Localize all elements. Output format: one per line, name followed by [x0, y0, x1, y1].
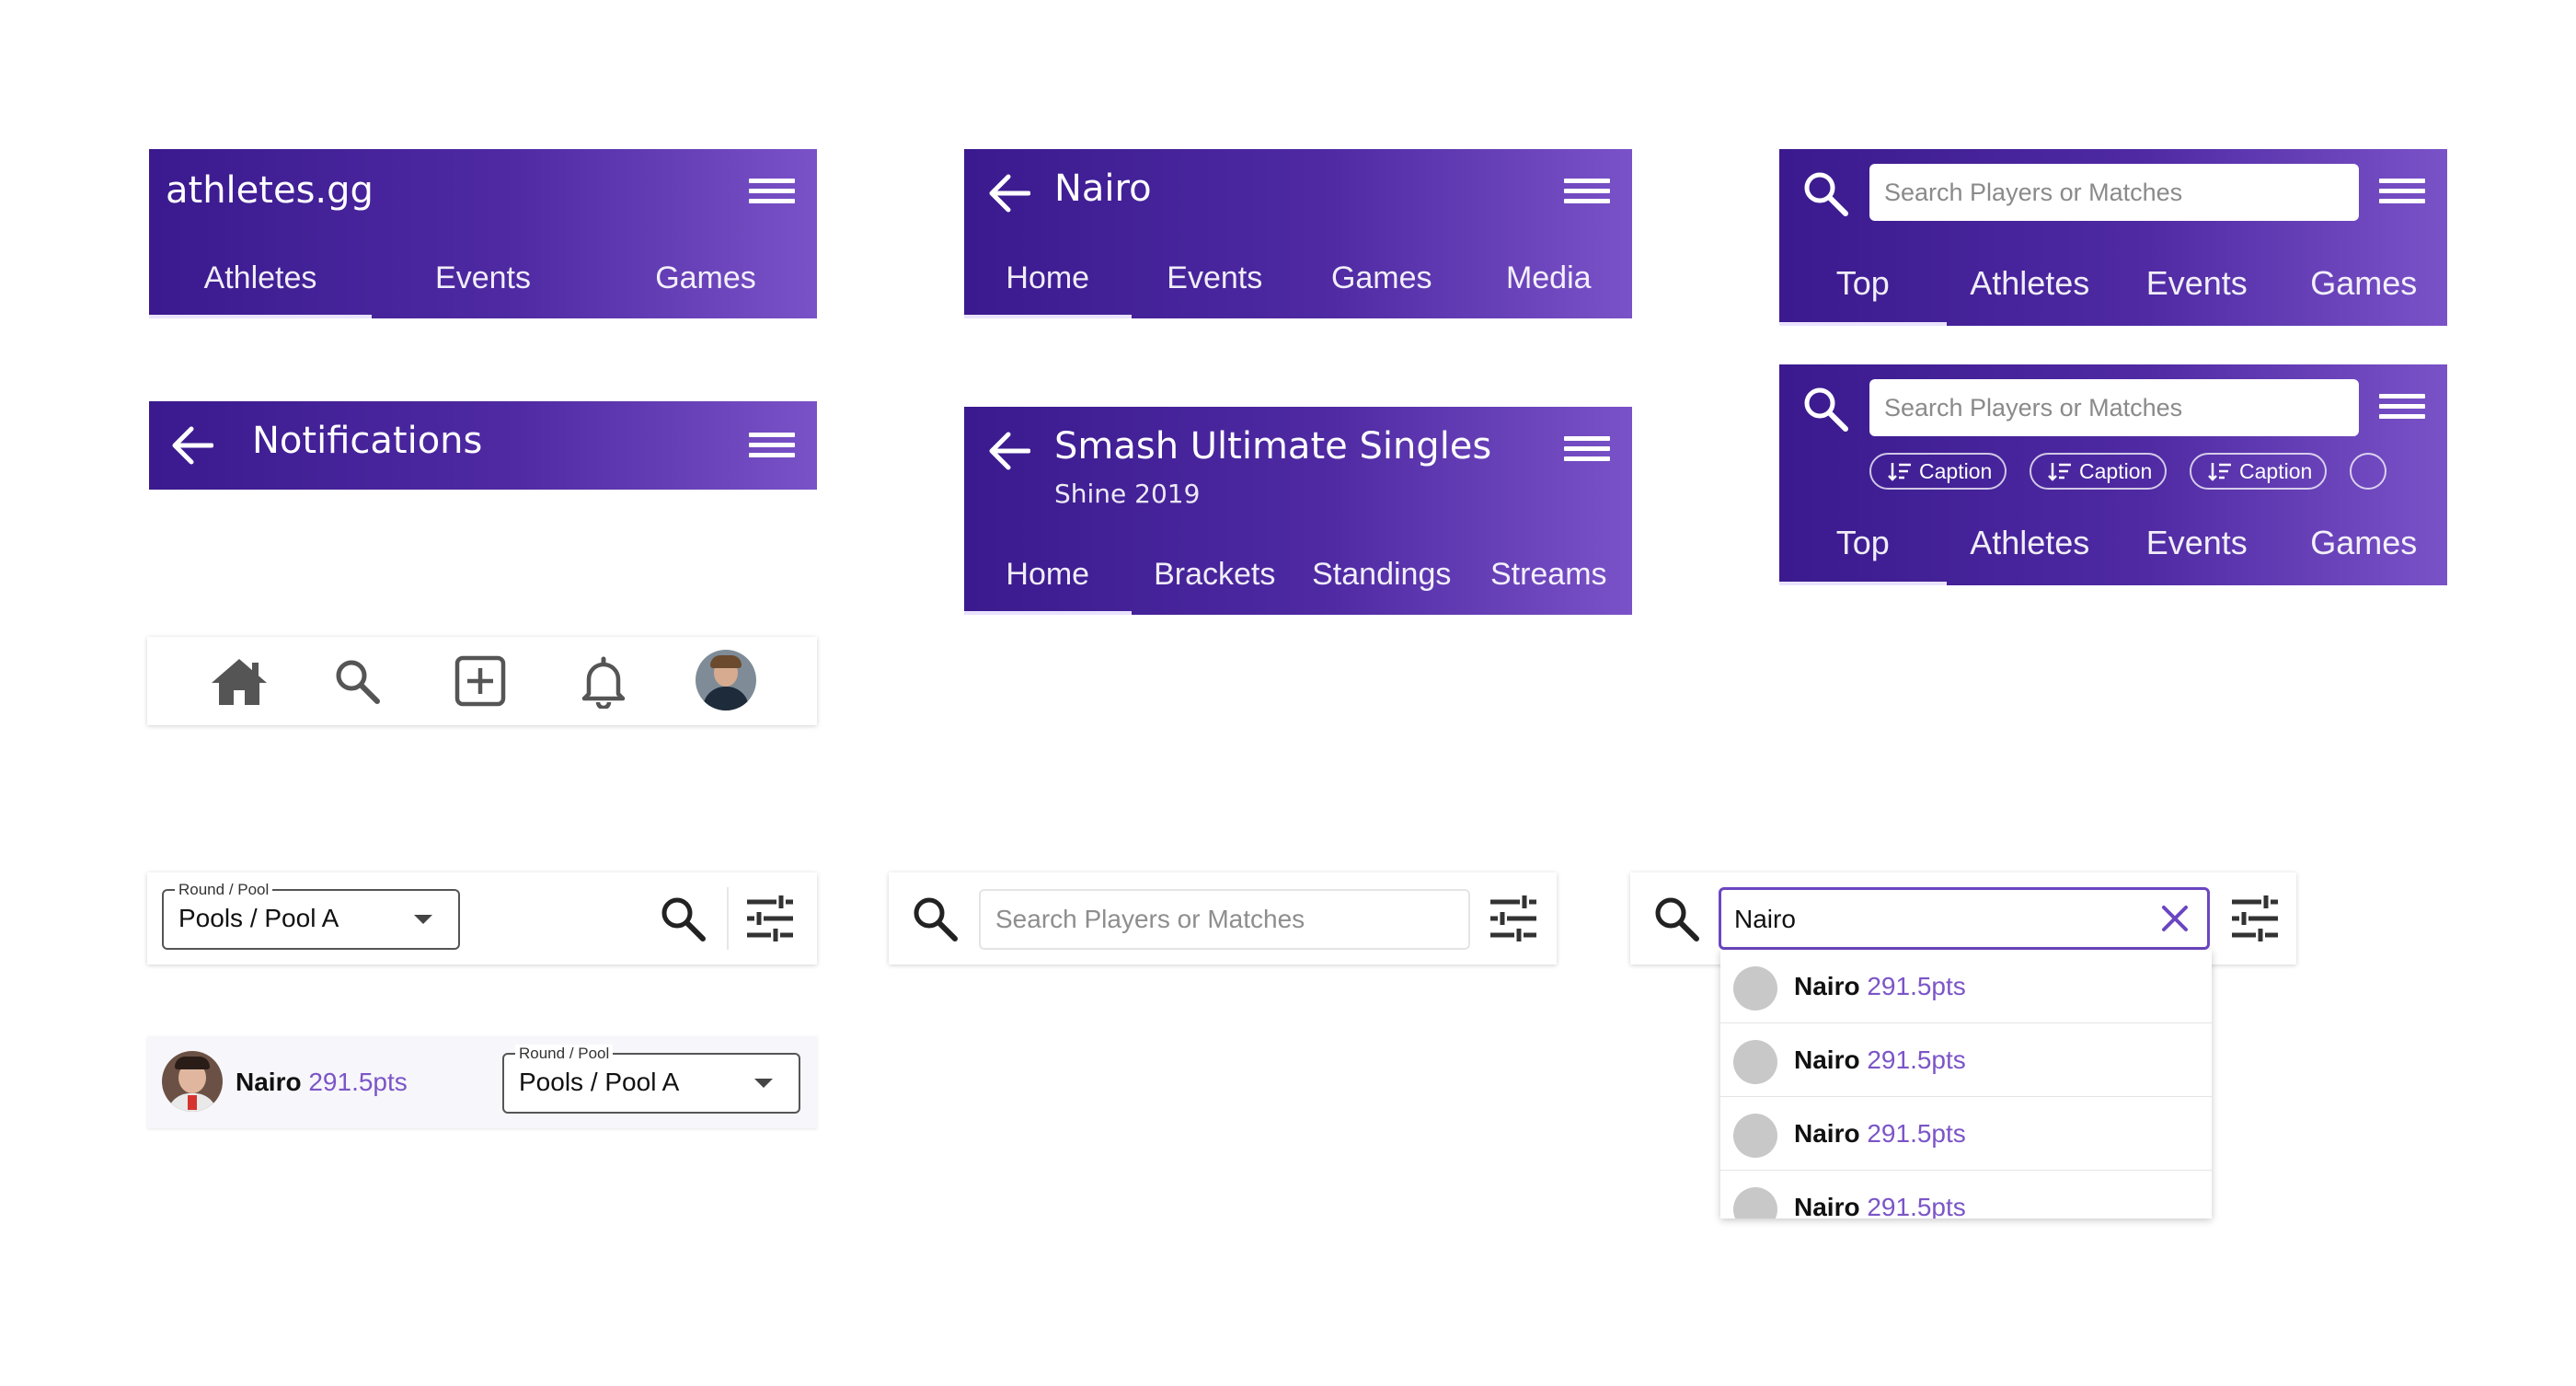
tab-games[interactable]: Games	[2281, 245, 2448, 326]
tab-events[interactable]: Events	[372, 241, 594, 318]
result-points: 291.5pts	[1867, 1045, 1966, 1074]
arrow-left-icon[interactable]	[986, 431, 1030, 471]
search-icon[interactable]	[333, 657, 381, 705]
filter-chip[interactable]: Caption	[1869, 453, 2007, 490]
page-title: Smash Ultimate Singles	[1054, 425, 1492, 468]
home-icon[interactable]	[210, 655, 269, 707]
arrow-left-icon[interactable]	[986, 173, 1030, 214]
tab-athletes[interactable]: Athletes	[149, 241, 372, 318]
result-name: Nairo	[1794, 1119, 1860, 1148]
app-bar-search: Top Athletes Events Games	[1779, 149, 2447, 326]
tune-icon[interactable]	[745, 895, 795, 942]
tab-athletes[interactable]: Athletes	[1947, 504, 2114, 585]
player-avatar	[162, 1051, 223, 1112]
player-label: Nairo 291.5pts	[236, 1068, 408, 1097]
app-logo-title: athletes.gg	[166, 169, 374, 212]
search-value: Nairo	[1734, 905, 1796, 933]
chevron-down-icon	[754, 1079, 773, 1088]
sort-icon	[2048, 463, 2071, 481]
avatar	[1733, 1187, 1777, 1219]
arrow-left-icon[interactable]	[169, 425, 213, 466]
avatar	[1733, 966, 1777, 1011]
search-input[interactable]	[1869, 164, 2359, 221]
tune-icon[interactable]	[1489, 895, 1538, 942]
chevron-down-icon	[414, 915, 432, 924]
tab-streams[interactable]: Streams	[1466, 537, 1633, 615]
tab-home[interactable]: Home	[964, 537, 1132, 615]
result-name: Nairo	[1794, 1193, 1860, 1219]
app-bar-profile: Nairo Home Events Games Media	[964, 149, 1632, 318]
result-name: Nairo	[1794, 1045, 1860, 1074]
result-points: 291.5pts	[1867, 972, 1966, 1000]
hamburger-icon[interactable]	[749, 179, 795, 204]
result-points: 291.5pts	[1867, 1193, 1966, 1219]
hamburger-icon[interactable]	[1564, 436, 1610, 462]
select-label: Round / Pool	[515, 1045, 614, 1063]
app-bar-notifications: Notifications	[149, 401, 817, 490]
result-points: 291.5pts	[1867, 1119, 1966, 1148]
search-icon[interactable]	[911, 895, 959, 942]
tab-top[interactable]: Top	[1779, 245, 1947, 326]
tab-games[interactable]: Games	[2281, 504, 2448, 585]
profile-avatar[interactable]	[696, 650, 756, 710]
app-bar-event: Smash Ultimate Singles Shine 2019 Home B…	[964, 407, 1632, 615]
search-icon[interactable]	[1801, 169, 1849, 217]
select-value: Pools / Pool A	[519, 1068, 680, 1096]
select-value: Pools / Pool A	[178, 904, 339, 932]
hamburger-icon[interactable]	[1564, 179, 1610, 204]
list-item[interactable]: Nairo 291.5pts	[1720, 1171, 2212, 1219]
tab-home[interactable]: Home	[964, 241, 1132, 318]
tab-games[interactable]: Games	[594, 241, 817, 318]
sort-icon	[1888, 463, 1911, 481]
page-title: Notifications	[252, 420, 483, 462]
search-input-focused[interactable]: Nairo	[1719, 887, 2210, 950]
page-subtitle: Shine 2019	[1054, 479, 1201, 509]
tab-events[interactable]: Events	[2113, 245, 2281, 326]
avatar	[1733, 1040, 1777, 1084]
divider	[727, 887, 729, 950]
search-results-dropdown: Nairo 291.5pts Nairo 291.5pts Nairo 291.…	[1720, 950, 2212, 1219]
app-bar-home: athletes.gg Athletes Events Games	[149, 149, 817, 318]
round-pool-select[interactable]: Round / Pool Pools / Pool A	[502, 1045, 800, 1114]
player-row: Nairo 291.5pts Round / Pool Pools / Pool…	[147, 1036, 817, 1128]
tab-brackets[interactable]: Brackets	[1132, 537, 1299, 615]
select-label: Round / Pool	[175, 881, 273, 899]
avatar	[1733, 1114, 1777, 1158]
player-points: 291.5pts	[308, 1068, 408, 1096]
search-bar-empty	[889, 872, 1557, 964]
hamburger-icon[interactable]	[2379, 179, 2425, 204]
result-name: Nairo	[1794, 972, 1860, 1000]
tune-icon[interactable]	[2230, 895, 2280, 942]
search-input[interactable]	[1869, 379, 2359, 436]
add-box-icon[interactable]	[454, 655, 506, 707]
bottom-navigation	[147, 637, 817, 725]
tab-events[interactable]: Events	[1132, 241, 1299, 318]
filter-chip[interactable]: Caption	[2030, 453, 2168, 490]
app-bar-search-chips: Caption Caption Caption Top Athletes Eve…	[1779, 364, 2447, 585]
hamburger-icon[interactable]	[749, 433, 795, 458]
tab-games[interactable]: Games	[1298, 241, 1466, 318]
list-item[interactable]: Nairo 291.5pts	[1720, 1097, 2212, 1171]
search-icon[interactable]	[659, 895, 707, 942]
filter-chip[interactable]: Caption	[2190, 453, 2328, 490]
player-name: Nairo	[236, 1068, 302, 1096]
hamburger-icon[interactable]	[2379, 394, 2425, 420]
round-pool-select[interactable]: Round / Pool Pools / Pool A	[162, 881, 460, 950]
tab-media[interactable]: Media	[1466, 241, 1633, 318]
close-icon[interactable]	[2161, 905, 2189, 932]
list-item[interactable]: Nairo 291.5pts	[1720, 1023, 2212, 1097]
bell-icon[interactable]	[581, 653, 626, 709]
list-item[interactable]: Nairo 291.5pts	[1720, 950, 2212, 1023]
tab-standings[interactable]: Standings	[1298, 537, 1466, 615]
tab-athletes[interactable]: Athletes	[1947, 245, 2114, 326]
filter-chip-partial[interactable]	[2350, 453, 2386, 490]
search-icon[interactable]	[1652, 895, 1700, 942]
search-input[interactable]	[979, 889, 1470, 950]
sort-icon	[2208, 463, 2231, 481]
page-title: Nairo	[1054, 167, 1152, 210]
filter-bar: Round / Pool Pools / Pool A	[147, 872, 817, 964]
search-icon[interactable]	[1801, 385, 1849, 433]
tab-events[interactable]: Events	[2113, 504, 2281, 585]
tab-top[interactable]: Top	[1779, 504, 1947, 585]
